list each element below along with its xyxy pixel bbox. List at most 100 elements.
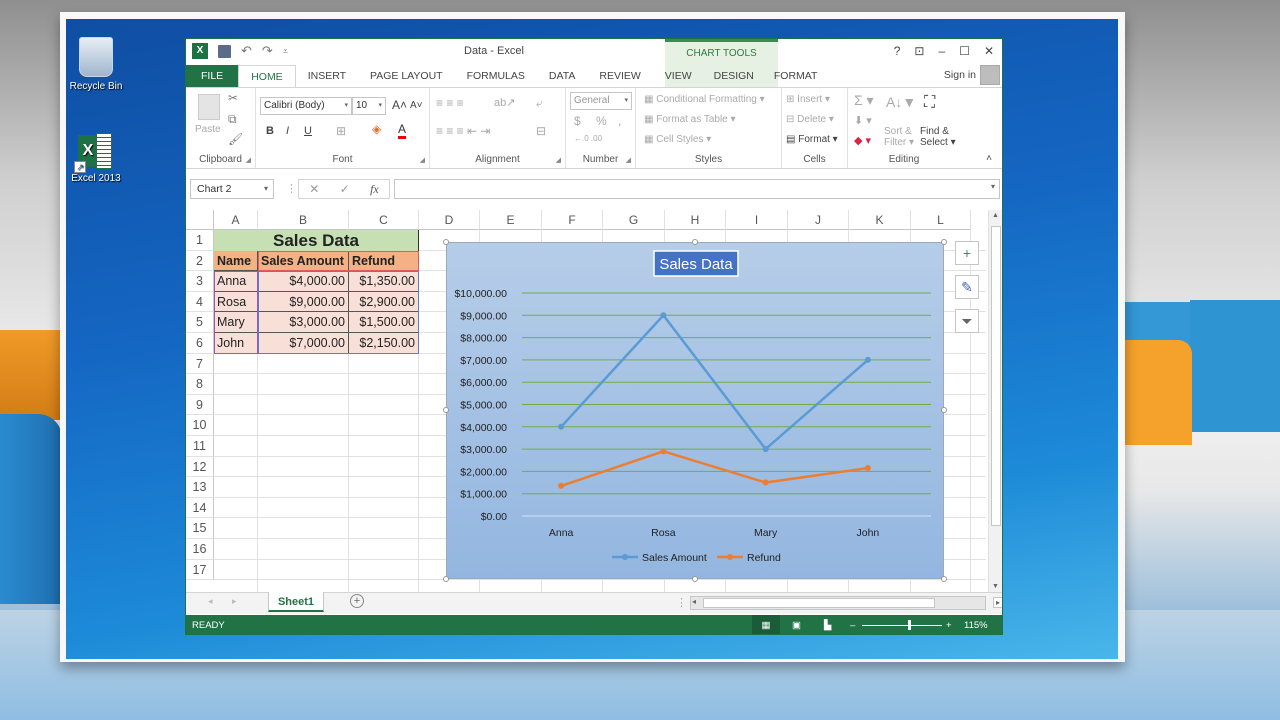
- desktop-icon-excel[interactable]: X ↗ Excel 2013: [66, 133, 128, 184]
- row-header-8[interactable]: 8: [186, 374, 214, 395]
- italic-button[interactable]: I: [286, 125, 289, 137]
- column-header-h[interactable]: H: [665, 210, 726, 230]
- find-select-button[interactable]: Find & Select ▾: [920, 126, 956, 148]
- sort-filter-button[interactable]: Sort & Filter ▾: [884, 126, 914, 148]
- row-header-11[interactable]: 11: [186, 436, 214, 457]
- number-format-select[interactable]: General ▾: [570, 92, 632, 110]
- percent-button[interactable]: %: [596, 114, 607, 128]
- desktop-icon-recycle-bin[interactable]: Recycle Bin: [66, 37, 128, 92]
- prev-sheet-icon[interactable]: ◂: [208, 596, 213, 607]
- row-header-15[interactable]: 15: [186, 518, 214, 539]
- dialog-launcher-icon[interactable]: ◢: [556, 156, 561, 164]
- new-sheet-icon[interactable]: +: [350, 594, 364, 608]
- delete-cells-button[interactable]: ⊟ Delete ▾: [786, 114, 834, 125]
- ribbon-display-button[interactable]: ⊡: [914, 44, 924, 58]
- cut-icon[interactable]: ✂: [228, 91, 238, 105]
- grow-font-icon[interactable]: A˄: [392, 98, 407, 112]
- close-button[interactable]: ✕: [984, 44, 994, 58]
- row-header-5[interactable]: 5: [186, 312, 214, 333]
- customize-qat-icon[interactable]: ⩡: [283, 46, 288, 57]
- wrap-text-icon[interactable]: ⤶: [536, 96, 543, 111]
- tab-formulas[interactable]: FORMULAS: [455, 65, 537, 87]
- paste-button[interactable]: Paste: [195, 124, 221, 135]
- orientation-icon[interactable]: ab↗: [494, 96, 515, 109]
- header-cell[interactable]: Name: [214, 250, 258, 272]
- scroll-down-icon[interactable]: ▼: [992, 583, 999, 590]
- format-cells-button[interactable]: ▤ Format ▾: [786, 134, 838, 145]
- horizontal-scrollbar[interactable]: ◂ ▸: [690, 596, 1002, 610]
- row-header-1[interactable]: 1: [186, 230, 214, 251]
- chart-elements-button[interactable]: +: [955, 241, 979, 265]
- row-header-7[interactable]: 7: [186, 353, 214, 375]
- data-point[interactable]: [558, 423, 565, 430]
- legend-entry[interactable]: Refund: [747, 552, 781, 564]
- font-color-icon[interactable]: A: [398, 122, 407, 139]
- scroll-right-icon[interactable]: ▸: [992, 597, 1002, 608]
- row-header-14[interactable]: 14: [186, 497, 214, 519]
- data-point[interactable]: [762, 479, 769, 486]
- line-chart[interactable]: Sales Data $0.00 $1,000.00 $2,000.00 $3,000.…: [447, 243, 945, 580]
- row-header-13[interactable]: 13: [186, 477, 214, 498]
- zoom-in-button[interactable]: +: [946, 615, 952, 634]
- sheet-title-cell[interactable]: Sales Data: [214, 230, 419, 251]
- zoom-out-button[interactable]: –: [850, 615, 855, 634]
- borders-icon[interactable]: ⊞: [336, 124, 346, 138]
- insert-function-icon[interactable]: fx: [370, 182, 379, 197]
- find-binoculars-icon[interactable]: ⛶: [924, 94, 935, 112]
- scroll-up-icon[interactable]: ▲: [992, 212, 999, 219]
- column-header-b[interactable]: B: [258, 210, 349, 230]
- name-box[interactable]: Chart 2 ▾: [190, 179, 274, 199]
- vertical-scroll-thumb[interactable]: [991, 226, 1001, 526]
- data-point[interactable]: [660, 448, 667, 455]
- paste-icon[interactable]: [198, 94, 220, 120]
- shrink-font-icon[interactable]: A˅: [410, 100, 423, 111]
- dialog-launcher-icon[interactable]: ◢: [626, 156, 631, 164]
- font-size-select[interactable]: 10 ▾: [352, 97, 386, 115]
- column-header-k[interactable]: K: [849, 210, 911, 230]
- tab-file[interactable]: FILE: [186, 65, 239, 87]
- format-painter-icon[interactable]: 🖌: [228, 132, 243, 146]
- align-top-icon[interactable]: ≡ ≡ ≡: [436, 96, 464, 110]
- row-header-17[interactable]: 17: [186, 559, 214, 581]
- row-header-9[interactable]: 9: [186, 394, 214, 416]
- insert-cells-button[interactable]: ⊞ Insert ▾: [786, 94, 830, 105]
- row-header-3[interactable]: 3: [186, 271, 214, 292]
- align-left-icon[interactable]: ≡ ≡ ≡ ⇤ ⇥: [436, 124, 490, 138]
- next-sheet-icon[interactable]: ▸: [232, 596, 237, 607]
- data-point[interactable]: [762, 446, 769, 453]
- tab-format[interactable]: FORMAT: [764, 65, 828, 87]
- row-header-10[interactable]: 10: [186, 415, 214, 436]
- copy-icon[interactable]: ⧉: [228, 112, 237, 127]
- sign-in-link[interactable]: Sign in: [944, 69, 976, 81]
- bold-button[interactable]: B: [266, 125, 274, 137]
- undo-icon[interactable]: ↶: [241, 43, 252, 59]
- underline-button[interactable]: U: [304, 125, 312, 137]
- legend-entry[interactable]: Sales Amount: [642, 552, 707, 564]
- chart-filters-button[interactable]: ⏷: [955, 309, 979, 333]
- column-header-f[interactable]: F: [542, 210, 603, 230]
- cancel-icon[interactable]: ✕: [309, 182, 319, 196]
- tab-view[interactable]: VIEW: [653, 65, 704, 87]
- save-icon[interactable]: [218, 44, 231, 58]
- chart-area[interactable]: Sales Data $0.00 $1,000.00 $2,000.00 $3,000.…: [443, 239, 947, 582]
- normal-view-icon[interactable]: ▦: [752, 615, 780, 634]
- formula-input[interactable]: ▾: [394, 179, 1000, 199]
- clear-icon[interactable]: ◆ ▾: [854, 134, 871, 147]
- currency-button[interactable]: $: [574, 114, 581, 128]
- row-header-12[interactable]: 12: [186, 456, 214, 478]
- row-header-4[interactable]: 4: [186, 291, 214, 313]
- collapse-ribbon-icon[interactable]: ˄: [986, 153, 992, 164]
- select-all-corner[interactable]: [186, 210, 214, 230]
- tab-page-layout[interactable]: PAGE LAYOUT: [358, 65, 455, 87]
- user-avatar[interactable]: [980, 65, 1000, 85]
- column-header-e[interactable]: E: [480, 210, 542, 230]
- redo-icon[interactable]: ↷: [262, 43, 273, 59]
- vertical-scrollbar[interactable]: ▲ ▼: [988, 210, 1002, 592]
- conditional-formatting-button[interactable]: ▦ Conditional Formatting ▾: [644, 94, 765, 105]
- tab-data[interactable]: DATA: [537, 65, 587, 87]
- zoom-slider-thumb[interactable]: [907, 620, 911, 630]
- column-header-d[interactable]: D: [419, 210, 480, 230]
- chart-title[interactable]: Sales Data: [659, 256, 733, 273]
- scroll-left-icon[interactable]: ◂: [692, 597, 696, 606]
- increase-decimal-icon[interactable]: ←.0 .00: [574, 134, 602, 143]
